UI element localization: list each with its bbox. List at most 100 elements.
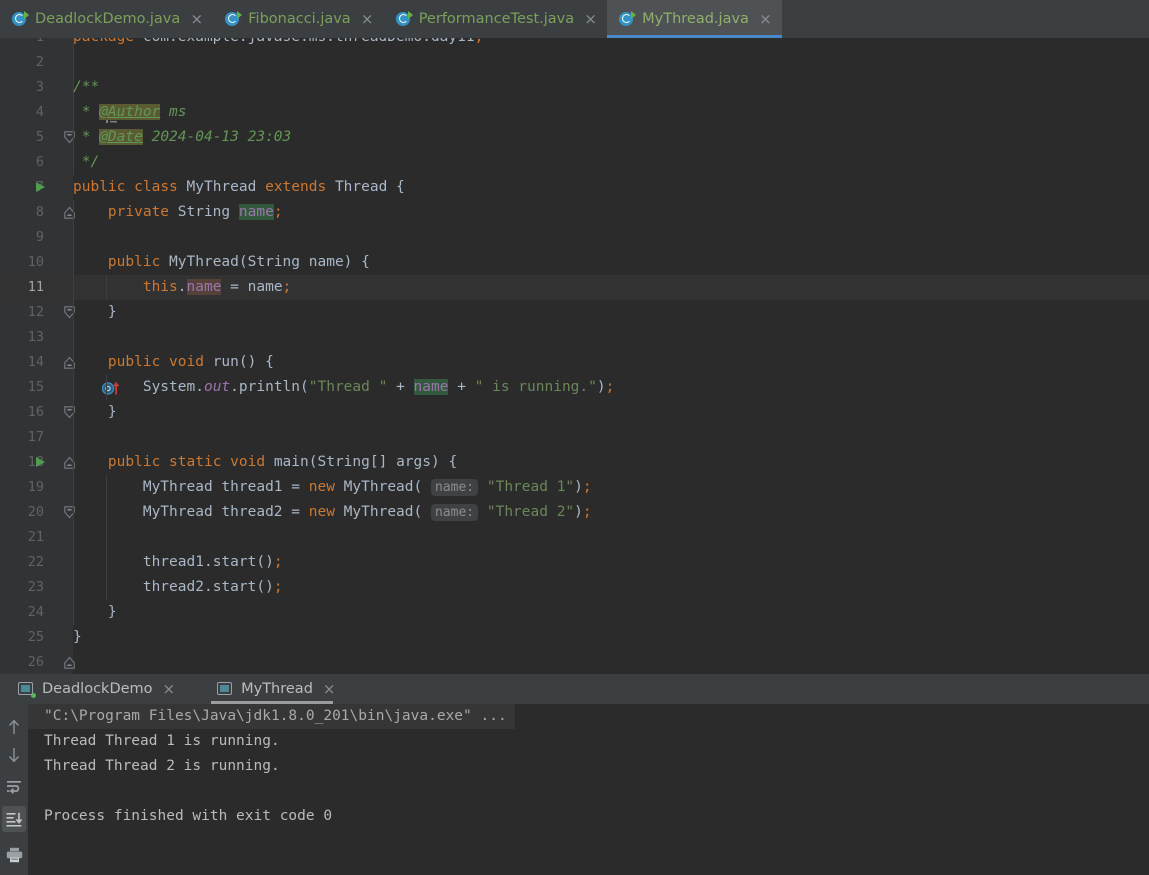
code-line[interactable]: 22 thread1.start(); bbox=[0, 550, 1149, 575]
code-line[interactable]: 25 } bbox=[0, 625, 1149, 650]
code-line[interactable]: 17 bbox=[0, 425, 1149, 450]
console-line: Thread Thread 1 is running. bbox=[44, 733, 280, 749]
run-tab-deadlockdemo[interactable]: DeadlockDemo × bbox=[0, 674, 185, 704]
code-text: MyThread thread2 = new MyThread( name: "… bbox=[142, 504, 592, 521]
code-text: package com.example.javase.ms.threadDemo… bbox=[73, 38, 483, 50]
run-tab-mythread[interactable]: MyThread × bbox=[199, 674, 345, 704]
code-text: public void run() { bbox=[107, 354, 274, 370]
console-output[interactable]: "C:\Program Files\Java\jdk1.8.0_201\bin\… bbox=[28, 704, 1149, 875]
line-number: 8 bbox=[35, 204, 44, 220]
editor-tab-bar: DeadlockDemo.java × Fibonacci.java × Per… bbox=[0, 0, 1149, 38]
code-line[interactable]: 14 public void run() { bbox=[0, 350, 1149, 419]
code-text: * @Date 2024-04-13 23:03 bbox=[73, 129, 292, 145]
overriding-method-icon[interactable] bbox=[32, 355, 120, 395]
editor-tab-fibonacci[interactable]: Fibonacci.java × bbox=[213, 0, 383, 38]
code-line[interactable]: 16 } bbox=[0, 400, 1149, 469]
code-text: private String name; bbox=[107, 204, 283, 220]
code-line[interactable]: 15 System.out.println("Thread " + name +… bbox=[0, 375, 1149, 400]
code-text: public MyThread(String name) { bbox=[107, 254, 370, 270]
close-icon[interactable]: × bbox=[759, 11, 772, 27]
code-line[interactable]: 10 public MyThread(String name) { bbox=[0, 250, 1149, 319]
code-line[interactable]: 21 bbox=[0, 525, 1149, 550]
java-class-runnable-icon bbox=[225, 11, 243, 27]
code-line[interactable]: 7 public class MyThread extends Thread { bbox=[0, 175, 1149, 200]
code-text: */ bbox=[73, 154, 100, 170]
javadoc-mnemonic-icon[interactable] bbox=[36, 82, 120, 123]
code-text: public class MyThread extends Thread { bbox=[73, 179, 405, 195]
code-text: /** bbox=[73, 79, 100, 95]
code-line[interactable]: 8 private String name; bbox=[0, 200, 1149, 225]
console-area: "C:\Program Files\Java\jdk1.8.0_201\bin\… bbox=[0, 704, 1149, 875]
close-icon[interactable]: × bbox=[190, 11, 203, 27]
line-number: 1 bbox=[0, 38, 44, 50]
line-number: 13 bbox=[27, 329, 44, 345]
line-number: 17 bbox=[27, 429, 44, 445]
close-icon[interactable]: × bbox=[584, 11, 597, 27]
run-class-icon[interactable] bbox=[36, 182, 45, 192]
javadoc-author-value: ms bbox=[169, 104, 187, 120]
code-text: * @Author ms bbox=[73, 104, 187, 120]
scroll-to-end-icon[interactable] bbox=[2, 806, 26, 832]
line-number: 4 bbox=[35, 104, 44, 120]
code-line[interactable]: 23 thread2.start(); bbox=[0, 575, 1149, 600]
code-text: thread2.start(); bbox=[142, 579, 283, 595]
close-icon[interactable]: × bbox=[361, 11, 374, 27]
editor-tab-mythread[interactable]: MyThread.java × bbox=[607, 0, 782, 38]
line-number: 16 bbox=[27, 404, 44, 420]
code-line[interactable]: 19 MyThread thread1 = new MyThread( name… bbox=[0, 475, 1149, 500]
line-number: 26 bbox=[27, 654, 44, 670]
up-arrow-icon[interactable] bbox=[2, 714, 26, 740]
editor-tab-label: Fibonacci.java bbox=[248, 11, 351, 27]
close-icon[interactable]: × bbox=[323, 680, 336, 698]
code-line-caret[interactable]: 11 this.name = name; bbox=[0, 275, 1149, 300]
code-line[interactable]: 3 /** bbox=[0, 75, 1149, 144]
code-text: } bbox=[73, 629, 82, 645]
code-line[interactable]: 12 } bbox=[0, 300, 1149, 369]
code-text: thread1.start(); bbox=[142, 554, 283, 570]
editor-tab-performancetest[interactable]: PerformanceTest.java × bbox=[384, 0, 607, 38]
console-line: "C:\Program Files\Java\jdk1.8.0_201\bin\… bbox=[28, 704, 1149, 729]
code-line[interactable]: 5 * @Date 2024-04-13 23:03 bbox=[0, 125, 1149, 150]
line-number: 19 bbox=[27, 479, 44, 495]
line-number: 15 bbox=[27, 379, 44, 395]
console-exit-status: Process finished with exit code 0 bbox=[44, 808, 333, 824]
parameter-hint: name: bbox=[430, 504, 479, 521]
run-tool-window: DeadlockDemo × MyThread × "C:\Program Fi… bbox=[0, 674, 1149, 875]
down-arrow-icon[interactable] bbox=[2, 742, 26, 768]
code-line[interactable]: 26 bbox=[0, 650, 1149, 674]
code-line[interactable]: 20 MyThread thread2 = new MyThread( name… bbox=[0, 500, 1149, 525]
code-text: this.name = name; bbox=[142, 279, 292, 295]
line-number: 20 bbox=[27, 504, 44, 520]
run-configuration-icon bbox=[18, 682, 36, 698]
line-number: 10 bbox=[27, 254, 44, 270]
run-configuration-tabs: DeadlockDemo × MyThread × bbox=[0, 674, 1149, 704]
soft-wrap-icon[interactable] bbox=[2, 774, 26, 800]
code-line[interactable]: 1 package com.example.javase.ms.threadDe… bbox=[0, 38, 1149, 50]
code-line[interactable]: 9 bbox=[0, 225, 1149, 250]
close-icon[interactable]: × bbox=[163, 680, 176, 698]
code-line[interactable]: 2 bbox=[0, 50, 1149, 75]
code-editor[interactable]: 1 package com.example.javase.ms.threadDe… bbox=[0, 38, 1149, 674]
code-line[interactable]: 24 } bbox=[0, 600, 1149, 669]
run-main-icon[interactable] bbox=[36, 457, 45, 467]
editor-tab-deadlockdemo[interactable]: DeadlockDemo.java × bbox=[0, 0, 213, 38]
code-text: } bbox=[73, 304, 117, 320]
code-text: } bbox=[73, 404, 117, 420]
code-line[interactable]: 6 */ bbox=[0, 150, 1149, 219]
code-line[interactable]: 4 * @Author ms bbox=[0, 100, 1149, 125]
javadoc-date-value: 2024-04-13 23:03 bbox=[151, 129, 292, 145]
line-number: 23 bbox=[27, 579, 44, 595]
run-tab-label: DeadlockDemo bbox=[42, 681, 153, 697]
line-number: 21 bbox=[27, 529, 44, 545]
code-line[interactable]: 18 public static void main(String[] args… bbox=[0, 450, 1149, 519]
print-icon[interactable] bbox=[2, 842, 26, 868]
code-line[interactable]: 13 bbox=[0, 325, 1149, 350]
javadoc-date-tag: @Date bbox=[99, 129, 143, 145]
line-number: 9 bbox=[35, 229, 44, 245]
java-class-runnable-icon bbox=[395, 11, 413, 27]
